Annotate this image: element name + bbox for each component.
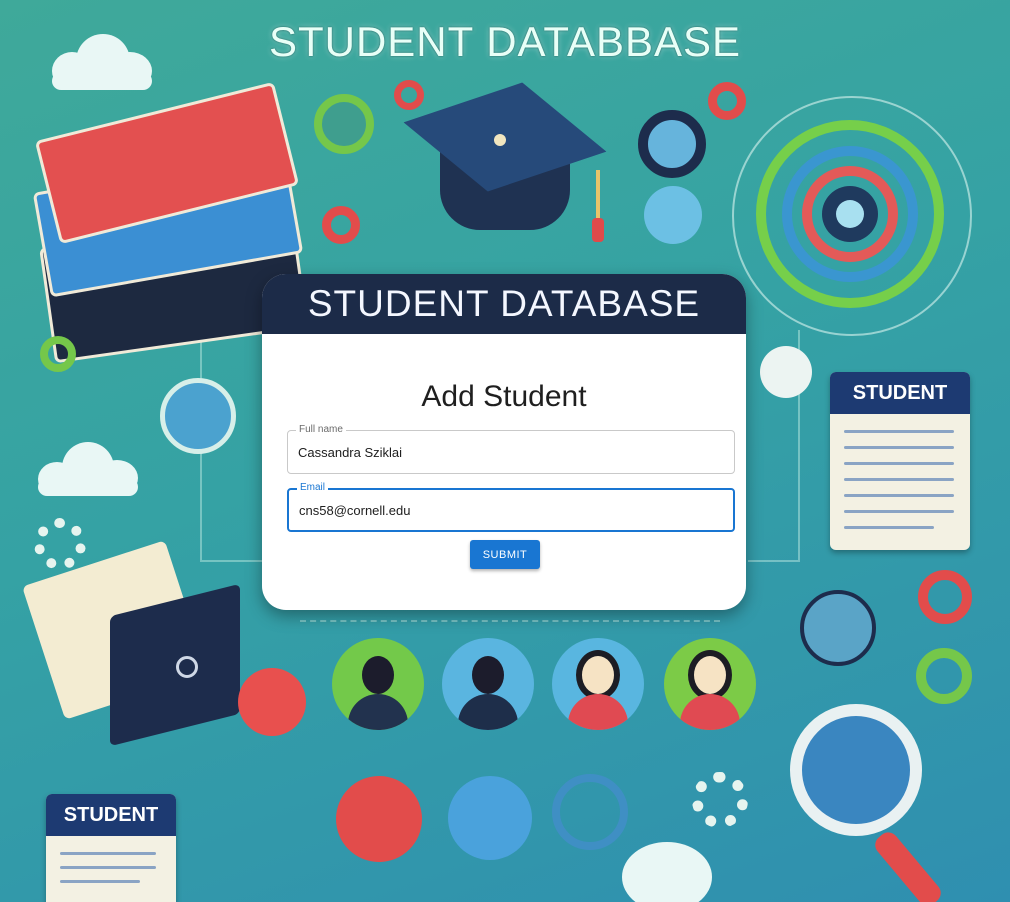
decor-dot — [708, 82, 746, 120]
circuit-line — [300, 620, 720, 622]
decor-dot — [160, 378, 236, 454]
banner-title: STUDENT DATABBASE — [268, 18, 742, 65]
email-input[interactable] — [299, 490, 723, 530]
student-avatar — [664, 638, 756, 730]
decor-dot — [314, 94, 374, 154]
decor-dot — [644, 186, 702, 244]
decor-dot — [552, 774, 628, 850]
decor-dot — [638, 110, 706, 178]
heart-icon — [238, 668, 306, 736]
gear-icon — [692, 772, 748, 828]
card-header-title: STUDENT DATABASE — [262, 274, 746, 334]
gear-icon — [34, 518, 86, 570]
full-name-field[interactable]: Full name — [287, 424, 735, 474]
student-avatar — [332, 638, 424, 730]
clipboard-title: STUDENT — [830, 372, 970, 414]
heart-icon — [448, 776, 532, 860]
cloud-icon — [32, 440, 142, 496]
decor-dot — [916, 648, 972, 704]
decor-dot — [394, 80, 424, 110]
student-avatar — [442, 638, 534, 730]
decor-dot — [322, 206, 360, 244]
submit-button[interactable]: SUBMIT — [470, 540, 540, 569]
student-clipboard: STUDENT — [830, 372, 970, 550]
full-name-input[interactable] — [298, 431, 724, 473]
decor-dot — [918, 570, 972, 624]
add-student-card: STUDENT DATABASE Add Student Full name E… — [262, 274, 746, 610]
decor-dot — [760, 346, 812, 398]
clipboard-title: STUDENT — [46, 794, 176, 836]
decor-dot — [622, 842, 712, 902]
student-clipboard: STUDENT — [46, 794, 176, 902]
email-field[interactable]: Email — [287, 482, 735, 532]
student-avatar — [552, 638, 644, 730]
add-student-form: Add Student Full name Email SUBMIT — [262, 334, 746, 610]
decor-dot — [40, 336, 76, 372]
clock-icon — [800, 590, 876, 666]
form-title: Add Student — [421, 380, 587, 413]
heart-icon — [336, 776, 422, 862]
